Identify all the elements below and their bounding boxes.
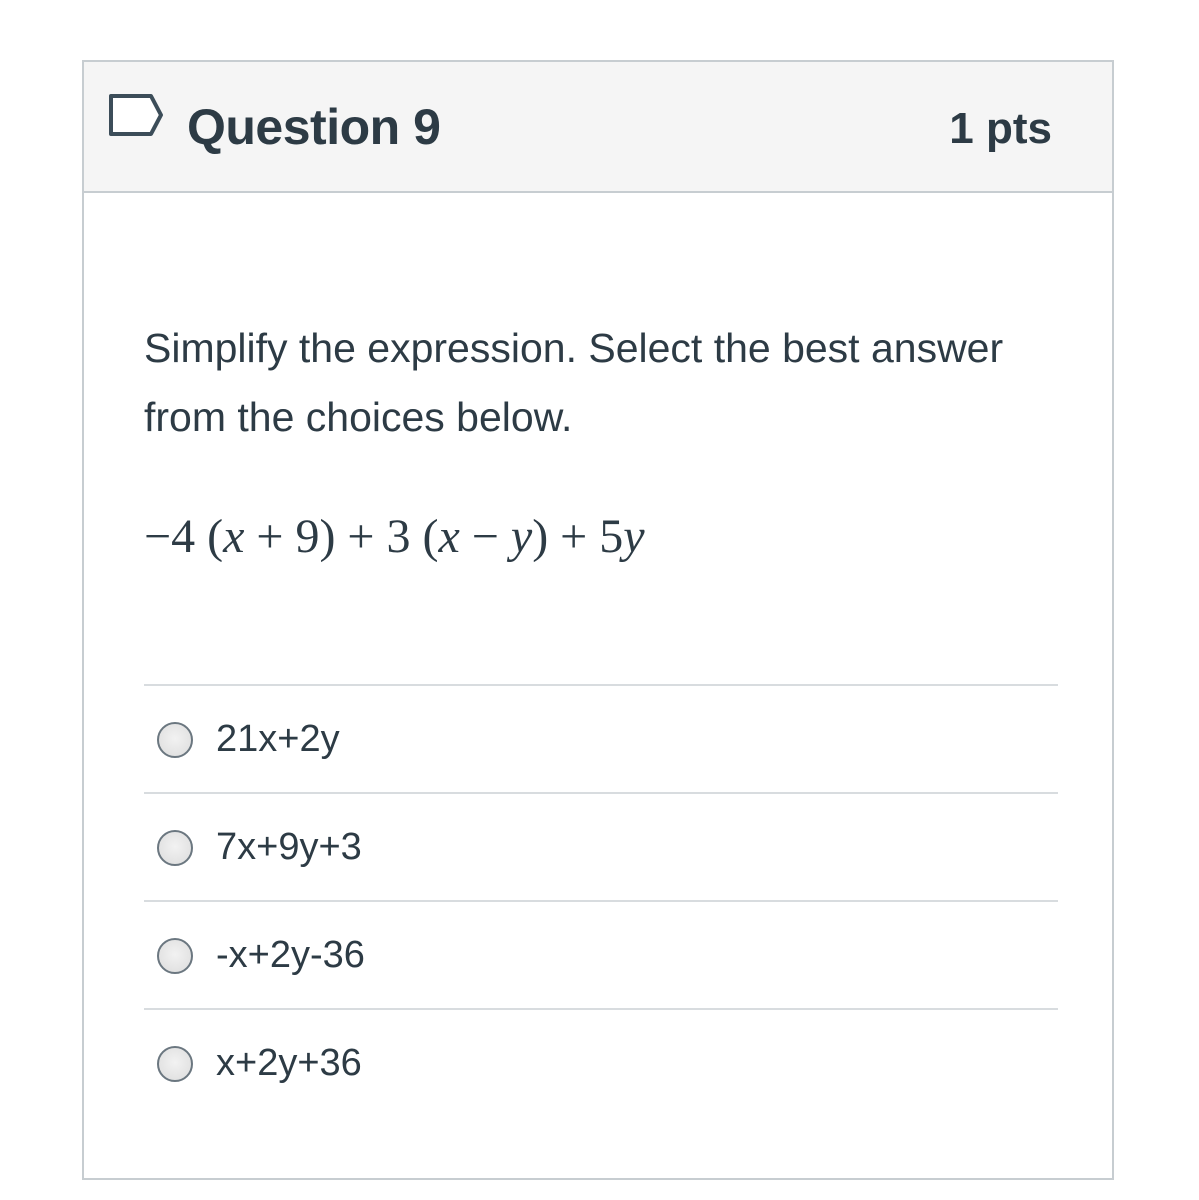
answer-option[interactable]: -x+2y-36: [144, 900, 1058, 1008]
answer-radio[interactable]: [157, 830, 193, 866]
answer-option[interactable]: 21x+2y: [144, 684, 1058, 792]
answer-radio[interactable]: [157, 938, 193, 974]
question-expression: −4 (x + 9) + 3 (x − y) + 5y: [144, 502, 645, 572]
answer-label: 7x+9y+3: [216, 826, 362, 868]
answer-radio[interactable]: [157, 1046, 193, 1082]
question-prompt: Simplify the expression. Select the best…: [144, 325, 1004, 440]
answer-list: 21x+2y 7x+9y+3 -x+2y-36 x+2y+36: [144, 684, 1058, 1116]
answer-radio[interactable]: [157, 722, 193, 758]
expr-var: x: [438, 510, 460, 563]
answer-label: x+2y+36: [216, 1042, 362, 1084]
question-title: Question 9: [187, 99, 441, 155]
expr-part: ) + 5: [532, 510, 624, 563]
expr-part: −: [459, 510, 511, 563]
answer-label: -x+2y-36: [216, 934, 365, 976]
question-card: Question 9 1 pts Simplify the expression…: [82, 60, 1114, 1180]
question-header: Question 9 1 pts: [84, 62, 1112, 193]
expr-var: y: [623, 510, 645, 563]
answer-option[interactable]: 7x+9y+3: [144, 792, 1058, 900]
question-points: 1 pts: [949, 104, 1052, 153]
answer-option[interactable]: x+2y+36: [144, 1008, 1058, 1116]
expr-var: x: [223, 510, 245, 563]
answer-label: 21x+2y: [216, 718, 340, 760]
expr-var: y: [510, 510, 533, 563]
expr-part: −4 (: [144, 510, 224, 563]
flag-question-icon[interactable]: [107, 92, 165, 138]
expr-part: + 9) + 3 (: [244, 510, 439, 563]
